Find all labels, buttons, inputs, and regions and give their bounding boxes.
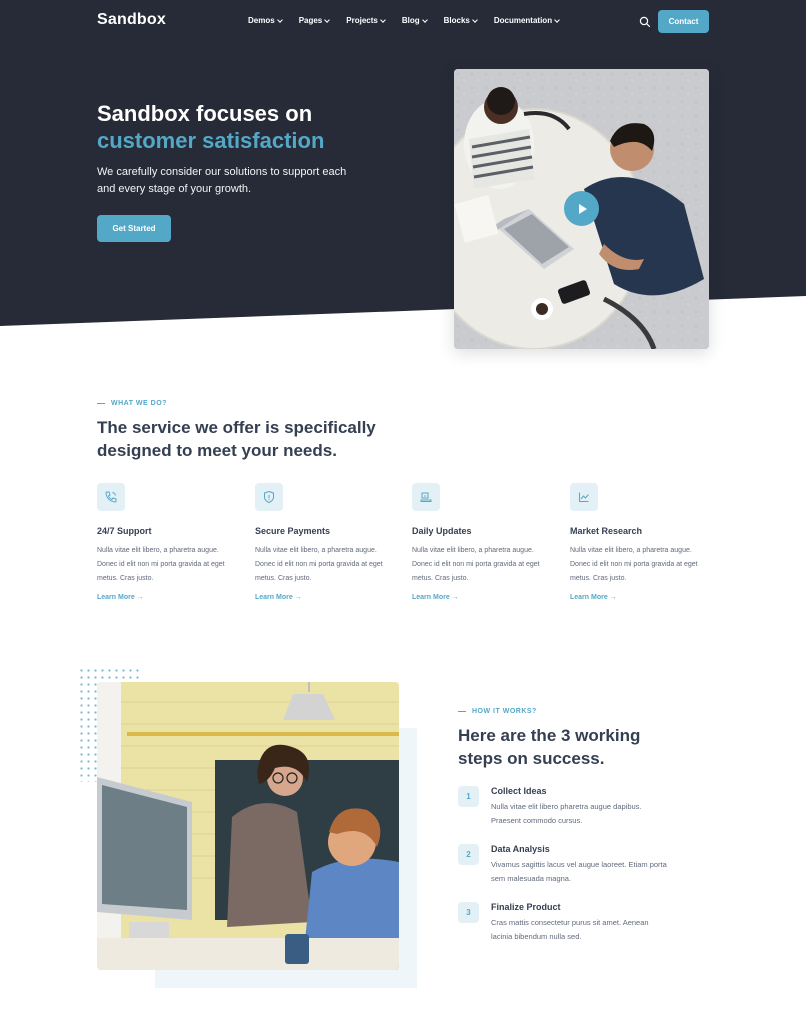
chevron-down-icon — [276, 16, 283, 23]
services-eyebrow-label: WHAT WE DO? — [111, 400, 167, 407]
menu-item-label: Pages — [298, 16, 323, 25]
service-card-support: 24/7 Support Nulla vitae elit libero, a … — [97, 483, 237, 604]
service-title: Secure Payments — [255, 526, 331, 536]
chevron-down-icon — [324, 16, 331, 23]
service-text: Nulla vitae elit libero, a pharetra augu… — [570, 547, 698, 582]
play-icon[interactable] — [564, 191, 599, 226]
hero-title-accent: customer satisfaction — [97, 128, 325, 153]
phone-icon — [97, 483, 125, 511]
service-title: Daily Updates — [412, 526, 472, 536]
menu-item-label: Documentation — [493, 16, 553, 25]
learn-more-link[interactable]: Learn More → — [412, 594, 459, 601]
contact-button[interactable]: Contact — [658, 10, 709, 33]
service-text: Nulla vitae elit libero, a pharetra augu… — [412, 547, 540, 582]
laptop-icon — [412, 483, 440, 511]
menu-item-documentation[interactable]: Documentation — [493, 16, 560, 25]
eyebrow-dash — [97, 403, 105, 404]
hero-title-line1: Sandbox focuses on — [97, 101, 313, 126]
service-card-research: Market Research Nulla vitae elit libero,… — [570, 483, 710, 604]
menu-item-label: Demos — [248, 16, 275, 25]
get-started-button[interactable]: Get Started — [97, 215, 171, 242]
step-number: 1 — [458, 786, 479, 807]
service-card-updates: Daily Updates Nulla vitae elit libero, a… — [412, 483, 552, 604]
step-number: 2 — [458, 844, 479, 865]
step-text: Cras mattis consectetur purus sit amet. … — [491, 918, 649, 941]
menu-item-label: Projects — [346, 16, 378, 25]
service-text: Nulla vitae elit libero, a pharetra augu… — [97, 547, 225, 582]
service-title: 24/7 Support — [97, 526, 152, 536]
services-title: The service we offer is specifically des… — [97, 418, 376, 460]
how-eyebrow: HOW IT WORKS? — [458, 708, 537, 715]
eyebrow-dash — [458, 711, 466, 712]
menu-item-demos[interactable]: Demos — [248, 16, 283, 25]
learn-more-link[interactable]: Learn More → — [97, 594, 144, 601]
chevron-down-icon — [421, 16, 428, 23]
service-text: Nulla vitae elit libero, a pharetra augu… — [255, 547, 383, 582]
how-title: Here are the 3 working steps on success. — [458, 726, 641, 768]
step-text: Vivamus sagittis lacus vel augue laoreet… — [491, 860, 667, 883]
menu-item-blocks[interactable]: Blocks — [443, 16, 478, 25]
menu-item-pages[interactable]: Pages — [298, 16, 331, 25]
service-card-payments: Secure Payments Nulla vitae elit libero,… — [255, 483, 395, 604]
hero-title: Sandbox focuses on customer satisfaction — [97, 100, 417, 154]
menu-item-label: Blocks — [443, 16, 470, 25]
step-number: 3 — [458, 902, 479, 923]
hero-description: We carefully consider our solutions to s… — [97, 166, 347, 195]
step-text: Nulla vitae elit libero pharetra augue d… — [491, 802, 642, 825]
chevron-down-icon — [380, 16, 386, 23]
shield-icon — [255, 483, 283, 511]
menu-item-blog[interactable]: Blog — [401, 16, 428, 25]
services-eyebrow: WHAT WE DO? — [97, 400, 167, 407]
main-menu: Demos Pages Projects Blog Blocks Documen… — [248, 16, 576, 25]
logo[interactable]: Sandbox — [97, 11, 166, 29]
chevron-down-icon — [554, 16, 560, 23]
chart-icon — [570, 483, 598, 511]
navbar: Sandbox Demos Pages Projects Blog Blocks… — [0, 0, 806, 44]
how-eyebrow-label: HOW IT WORKS? — [472, 708, 537, 715]
search-icon[interactable] — [639, 15, 651, 28]
step-title: Finalize Product — [491, 902, 561, 912]
step-title: Collect Ideas — [491, 786, 547, 796]
service-title: Market Research — [570, 526, 643, 536]
step-title: Data Analysis — [491, 844, 550, 854]
office-image — [97, 682, 399, 970]
learn-more-link[interactable]: Learn More → — [255, 594, 302, 601]
chevron-down-icon — [472, 16, 478, 23]
menu-item-projects[interactable]: Projects — [346, 16, 386, 25]
menu-item-label: Blog — [401, 16, 420, 25]
learn-more-link[interactable]: Learn More → — [570, 594, 617, 601]
